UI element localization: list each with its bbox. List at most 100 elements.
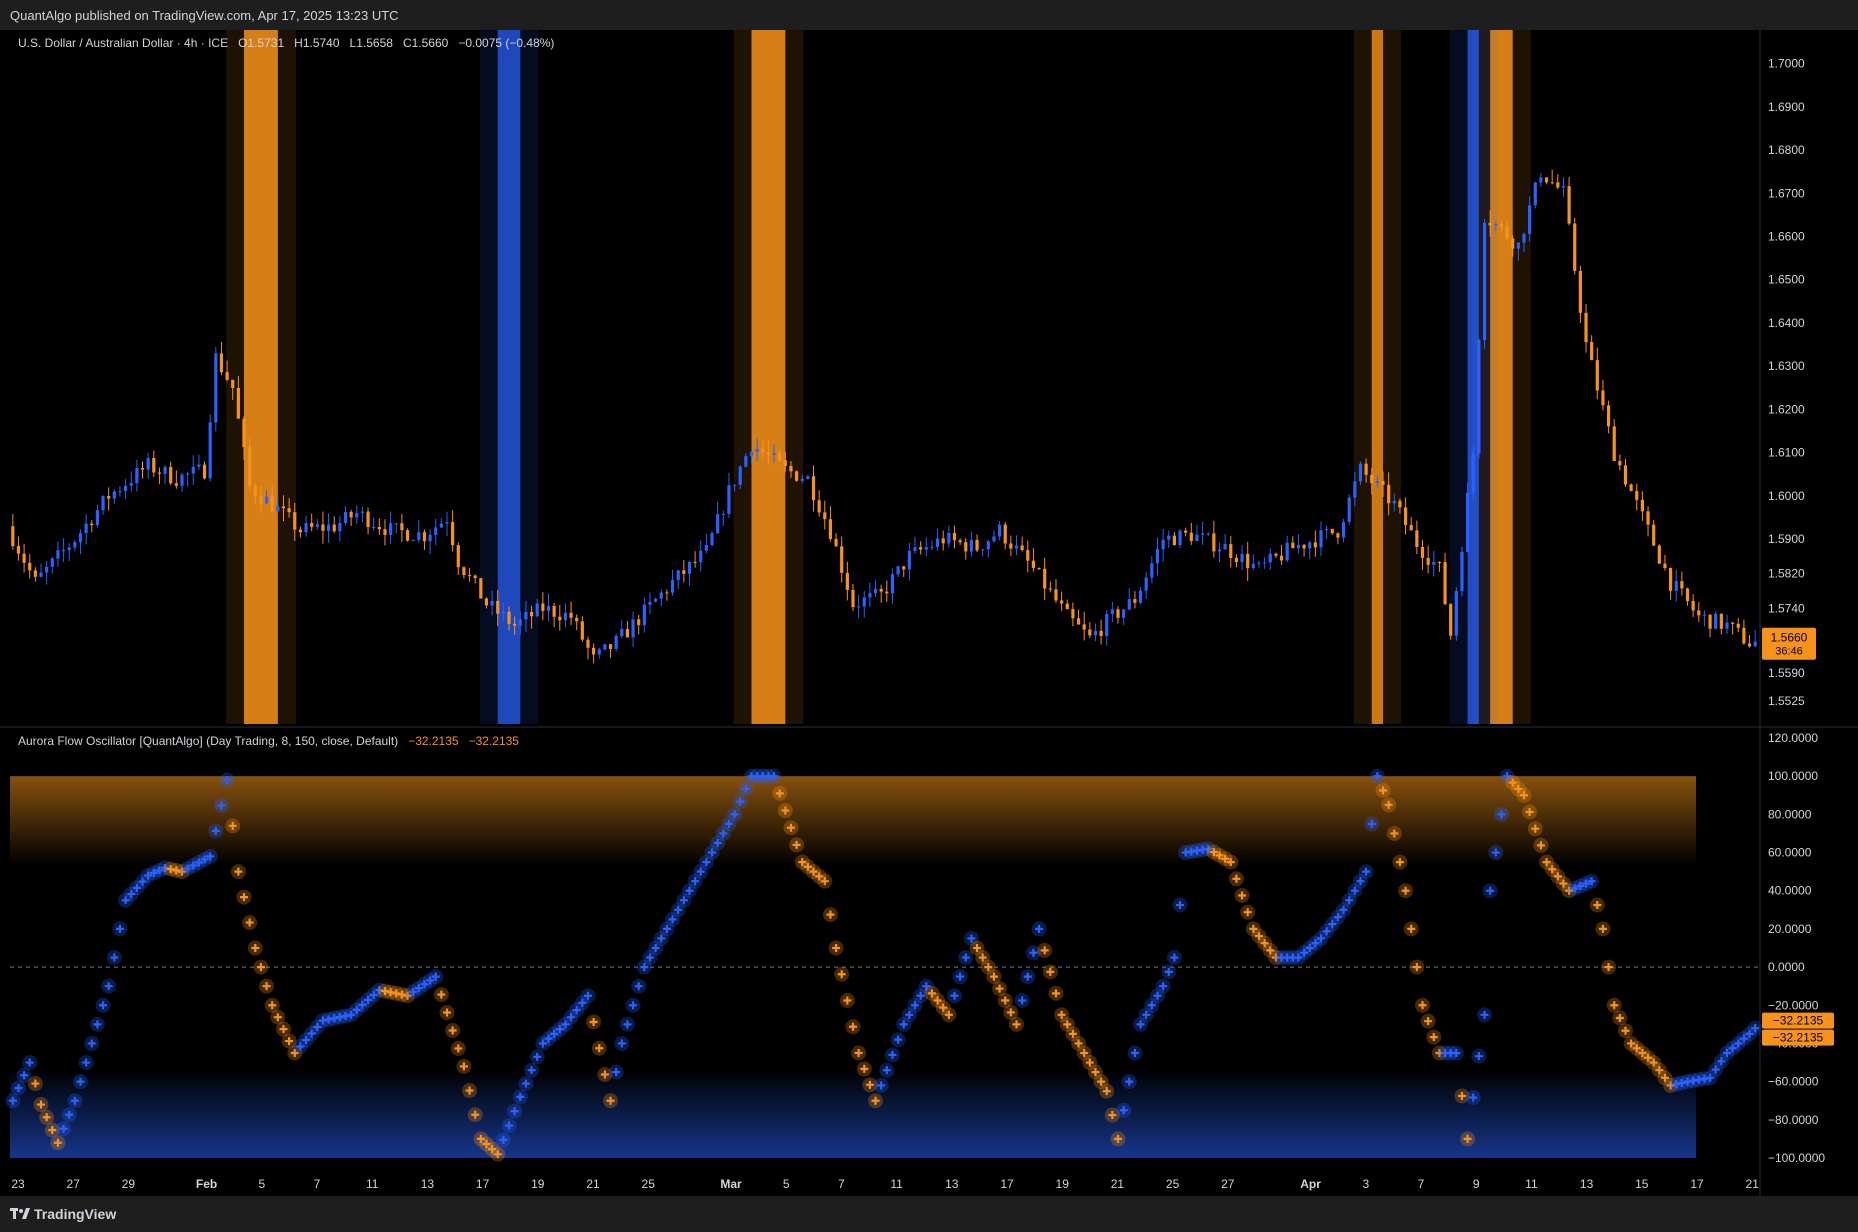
candle-body [1736,623,1740,628]
candle-body [78,533,83,542]
candle-body [129,483,133,486]
publish-header: QuantAlgo published on TradingView.com, … [0,0,1858,30]
price-tick-label: 1.7000 [1768,57,1805,71]
candle-body [992,536,996,542]
chart-area[interactable]: 1.7000 1.6900 1.6800 1.6700 1.6600 1.6500 1.64… [0,30,1858,1196]
candle-body [1590,342,1594,361]
candle-body [1358,463,1363,482]
candle-body [270,496,274,512]
candle-body [1612,426,1616,462]
candle-body [670,580,675,593]
candle-body [394,523,398,525]
candle-body [490,600,494,606]
candle-body [1122,609,1126,618]
candle-body [941,538,945,544]
candle-body [1708,614,1712,629]
candle-body [1048,588,1052,590]
time-tick-label: 17 [476,1177,490,1191]
candle-body [360,511,365,513]
candle-body [952,532,957,541]
candle-body [896,566,900,575]
candle-body [1539,177,1543,183]
candle-body [456,545,460,568]
candle-body [1403,507,1408,525]
price-tick-label: 1.6300 [1768,359,1805,373]
candle-body [1082,624,1086,630]
candle-body [1043,568,1047,589]
symbol-label: U.S. Dollar / Australian Dollar · 4h · I… [18,36,229,50]
candle-body [1516,242,1520,249]
candle-body [935,538,940,547]
candle-body [642,604,646,626]
candle-body [806,476,810,479]
candle-body [1680,581,1684,589]
candle-body [1466,492,1470,552]
candle-body [1731,622,1735,624]
time-tick-label: Apr [1300,1177,1321,1191]
candle-body [462,567,466,576]
candle-body [281,506,286,509]
candle-body [1291,542,1295,549]
candle-body [140,467,145,470]
oscillator-tick-label: 40.0000 [1768,884,1812,898]
candle-body [834,538,838,547]
candle-body [1116,609,1120,618]
candle-body [1274,553,1278,556]
candle-body [930,546,934,548]
price-tick-label: 1.6500 [1768,273,1805,287]
candle-body [637,619,641,626]
oversold-zone [10,1072,1696,1158]
candle-body [1697,610,1701,616]
change-value: −0.0075 (−0.48%) [458,36,555,50]
candle-body [1031,560,1036,568]
candle-body [862,597,866,607]
time-tick-label: 13 [1580,1177,1594,1191]
candle-body [1246,553,1250,569]
candle-body [687,561,692,574]
candle-body [716,514,720,534]
candle-body [1223,544,1227,550]
price-tick-label: 1.6700 [1768,186,1805,200]
candle-body [738,466,742,485]
candle-body [67,547,71,551]
candle-body [986,541,990,550]
time-tick-label: 29 [122,1177,136,1191]
candle-body [1691,601,1695,611]
candle-body [1742,627,1746,644]
candle-body [890,574,895,594]
candle-body [704,545,708,551]
candle-body [236,387,240,419]
candle-body [264,496,269,504]
candle-body [964,542,968,552]
candle-body [225,372,229,380]
candle-body [997,524,1002,537]
candle-body [1640,499,1645,512]
candle-body [231,379,235,388]
time-tick-label: 15 [1635,1177,1649,1191]
candle-body [445,522,449,524]
candle-body [1753,641,1757,647]
candle-body [1330,528,1334,534]
candle-body [744,456,748,467]
candle-body [969,539,973,552]
candle-body [727,485,731,514]
candle-body [1144,577,1148,591]
oscillator-tick-label: −60.0000 [1768,1075,1819,1089]
candle-body [524,611,528,620]
candle-body [580,621,584,640]
candle-body [558,616,562,621]
candle-body [732,484,737,486]
candle-body [1584,312,1588,343]
candle-body [332,524,336,532]
candle-body [1511,238,1515,249]
price-tick-label: 1.6800 [1768,143,1805,157]
candle-body [620,629,624,636]
time-tick-label: 7 [1418,1177,1425,1191]
oscillator-tick-label: −20.0000 [1768,998,1819,1012]
candle-body [501,611,505,614]
candle-body [1240,553,1244,563]
candle-body [1561,186,1566,188]
candle-body [28,562,32,571]
candle-body [157,472,162,474]
candle-body [315,524,319,527]
